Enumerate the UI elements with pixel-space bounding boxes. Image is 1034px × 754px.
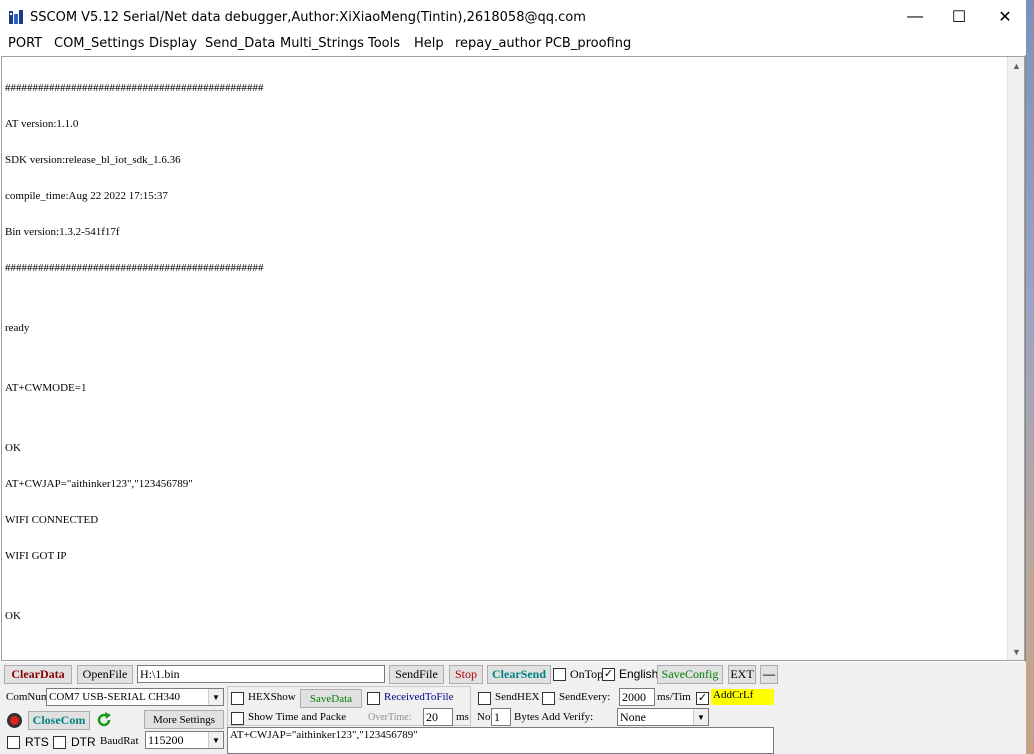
hex-show-label: HEXShow [248, 691, 296, 703]
receive-line: Bin version:1.3.2-541f17f [5, 226, 120, 238]
overtime-label: OverTime: [368, 712, 412, 723]
save-config-button[interactable]: SaveConfig [657, 665, 723, 684]
menu-com-settings[interactable]: COM_Settings [54, 36, 144, 51]
receive-scrollbar[interactable]: ▲ ▼ [1007, 57, 1024, 660]
close-button[interactable]: ✕ [982, 0, 1028, 34]
dtr-label: DTR [71, 735, 96, 749]
open-file-button[interactable]: OpenFile [77, 665, 133, 684]
receive-line: AT+CWJAP="aithinker123","123456789" [5, 478, 193, 490]
close-icon: ✕ [998, 9, 1012, 26]
desktop-background [1025, 0, 1034, 754]
ontop-label: OnTop [570, 667, 604, 681]
minimize-button[interactable]: — [892, 0, 938, 34]
send-every-label: SendEvery: [559, 691, 611, 703]
receive-log: ########################################… [5, 58, 1005, 646]
menu-tools[interactable]: Tools [368, 36, 400, 51]
empty-panel [776, 686, 1026, 754]
rts-checkbox[interactable] [7, 736, 20, 749]
send-text-input[interactable]: AT+CWJAP="aithinker123","123456789" [227, 727, 774, 754]
verify-select[interactable]: None ▼ [617, 708, 709, 726]
no-label: No [477, 711, 491, 723]
send-every-checkbox[interactable] [542, 692, 555, 705]
comnum-select[interactable]: COM7 USB-SERIAL CH340 ▼ [46, 688, 224, 706]
overtime-unit: ms [456, 711, 469, 723]
bytes-add-verify-label: Bytes Add Verify: [514, 711, 594, 723]
close-com-button[interactable]: CloseCom [28, 711, 90, 730]
receive-line: AT+CWMODE=1 [5, 382, 87, 394]
receive-line: ########################################… [5, 262, 264, 274]
send-interval-input[interactable]: 2000 [619, 688, 655, 706]
receive-line: ready [5, 322, 30, 334]
scroll-down-icon[interactable]: ▼ [1008, 643, 1025, 660]
app-icon [9, 10, 23, 24]
window-title: SSCOM V5.12 Serial/Net data debugger,Aut… [30, 10, 586, 25]
menu-help[interactable]: Help [414, 36, 444, 51]
receive-area[interactable]: ########################################… [1, 56, 1025, 661]
stop-button[interactable]: Stop [449, 665, 483, 684]
show-time-checkbox[interactable] [231, 712, 244, 725]
port-status-icon [7, 713, 22, 728]
minimize-icon: — [907, 8, 923, 25]
ext-button[interactable]: EXT [728, 665, 756, 684]
send-hex-label: SendHEX [495, 691, 540, 703]
menu-repay-author[interactable]: repay_author [455, 36, 541, 51]
receive-line: AT version:1.1.0 [5, 118, 79, 130]
receive-line: ########################################… [5, 82, 264, 94]
send-file-button[interactable]: SendFile [389, 665, 444, 684]
baud-value: 115200 [148, 732, 184, 747]
menu-display[interactable]: Display [149, 36, 197, 51]
rts-label: RTS [25, 735, 49, 749]
chevron-down-icon: ▼ [208, 689, 223, 705]
receive-line: OK [5, 610, 21, 622]
clear-send-button[interactable]: ClearSend [487, 665, 551, 684]
english-checkbox[interactable]: ✓ [602, 668, 615, 681]
maximize-button[interactable]: ☐ [936, 0, 982, 34]
dtr-checkbox[interactable] [53, 736, 66, 749]
baud-select[interactable]: 115200 ▼ [145, 731, 224, 749]
chevron-down-icon: ▼ [208, 732, 223, 748]
more-settings-button[interactable]: More Settings [144, 710, 224, 729]
hex-show-checkbox[interactable] [231, 692, 244, 705]
menu-pcb-proofing[interactable]: PCB_proofing [545, 36, 631, 51]
sscom-window: SSCOM V5.12 Serial/Net data debugger,Aut… [0, 0, 1026, 754]
received-to-file-checkbox[interactable] [367, 692, 380, 705]
ontop-checkbox[interactable] [553, 668, 566, 681]
clear-data-button[interactable]: ClearData [4, 665, 72, 684]
receive-line: OK [5, 442, 21, 454]
scroll-up-icon[interactable]: ▲ [1008, 57, 1025, 74]
chevron-down-icon: ▼ [693, 709, 708, 725]
refresh-icon[interactable] [95, 711, 113, 729]
receive-line: compile_time:Aug 22 2022 17:15:37 [5, 190, 168, 202]
send-interval-unit: ms/Tim [657, 691, 691, 703]
send-hex-checkbox[interactable] [478, 692, 491, 705]
file-path-input[interactable]: H:\1.bin [137, 665, 385, 683]
english-label: English [619, 667, 659, 681]
overtime-input[interactable]: 20 [423, 708, 453, 726]
add-crlf-checkbox[interactable]: ✓ [696, 692, 709, 705]
menu-port[interactable]: PORT [8, 36, 42, 51]
receive-line: SDK version:release_bl_iot_sdk_1.6.36 [5, 154, 181, 166]
receive-line: WIFI GOT IP [5, 550, 67, 562]
verify-value: None [620, 709, 646, 724]
baud-label: BaudRat [100, 735, 139, 747]
comnum-value: COM7 USB-SERIAL CH340 [49, 691, 180, 703]
show-time-label: Show Time and Packe [248, 711, 347, 723]
menu-send-data[interactable]: Send_Data [205, 36, 275, 51]
verify-no-input[interactable]: 1 [491, 708, 511, 726]
received-to-file-label: ReceivedToFile [384, 691, 454, 703]
title-bar: SSCOM V5.12 Serial/Net data debugger,Aut… [0, 0, 1026, 34]
save-data-button[interactable]: SaveData [300, 689, 362, 708]
comnum-label: ComNum [6, 691, 50, 703]
menu-multi-strings[interactable]: Multi_Strings [280, 36, 364, 51]
receive-line: WIFI CONNECTED [5, 514, 99, 526]
menu-bar: PORT COM_Settings Display Send_Data Mult… [0, 34, 1026, 55]
collapse-button[interactable]: — [760, 665, 778, 684]
maximize-icon: ☐ [951, 9, 967, 26]
add-crlf-label: AddCrLf [711, 689, 774, 705]
